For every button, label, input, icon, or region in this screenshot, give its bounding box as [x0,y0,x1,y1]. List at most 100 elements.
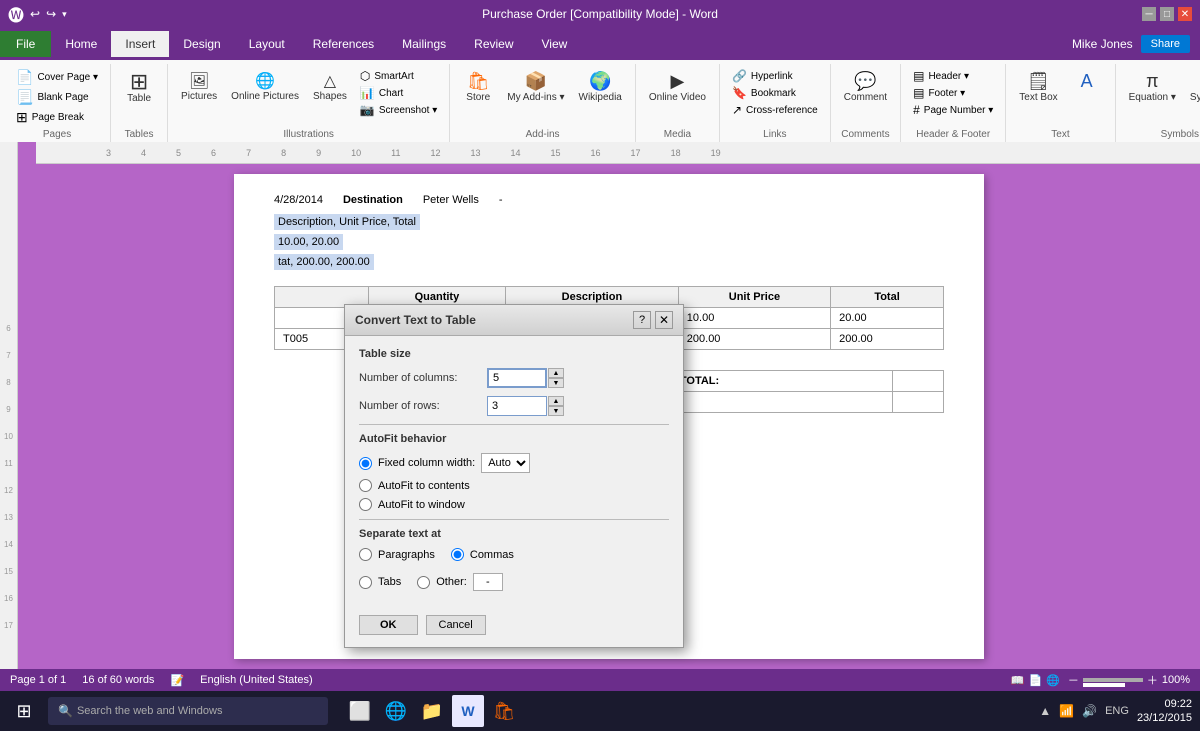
taskbar-search-box[interactable]: 🔍 Search the web and Windows [48,697,328,725]
zoom-out-icon[interactable]: － [1068,672,1079,688]
chevron-icon[interactable]: ▲ [1039,704,1051,718]
spinner-down[interactable]: ▼ [548,378,564,388]
shapes-button[interactable]: △ Shapes [308,68,352,105]
autofit-window-radio[interactable] [359,498,372,511]
smartart-button[interactable]: ⬡ SmartArt [356,68,441,84]
tab-mailings[interactable]: Mailings [388,31,460,57]
tab-file[interactable]: File [0,31,51,57]
share-button[interactable]: Share [1141,35,1190,53]
tab-insert[interactable]: Insert [111,31,169,57]
pages-buttons: 📄 Cover Page ▾ 📃 Blank Page ⊞ Page Break [12,68,102,127]
rows-spinner-up[interactable]: ▲ [548,396,564,406]
spinner-up[interactable]: ▲ [548,368,564,378]
num-rows-label: Number of rows: [359,400,479,412]
pages-label: Pages [43,127,71,140]
table-button[interactable]: ⊞ Table [119,68,159,107]
bookmark-button[interactable]: 🔖 Bookmark [728,85,822,101]
clock-date: 23/12/2015 [1137,711,1192,725]
edge-icon[interactable]: 🌐 [380,695,412,727]
blank-page-button[interactable]: 📃 Blank Page [12,88,102,107]
cross-reference-icon: ↗ [732,103,742,117]
links-label: Links [763,127,786,140]
cell-0-4: 20.00 [831,308,944,329]
shapes-icon: △ [324,71,336,91]
tab-layout[interactable]: Layout [235,31,299,57]
tab-design[interactable]: Design [169,31,234,57]
doc-dash: - [499,194,503,206]
tab-references[interactable]: References [299,31,388,57]
wikipedia-button[interactable]: 🌍 Wikipedia [574,68,627,106]
start-button[interactable]: ⊞ [8,695,40,727]
other-input[interactable] [473,573,503,591]
tab-home[interactable]: Home [51,31,111,57]
subtotal-row: SUB-TOTAL: [645,371,944,392]
customize-qa-button[interactable]: ▾ [62,9,67,20]
redo-button[interactable]: ↪ [46,7,56,21]
paragraphs-radio[interactable] [359,548,372,561]
minimize-button[interactable]: ─ [1142,7,1156,21]
hyperlink-icon: 🔗 [732,69,747,83]
header-button[interactable]: ▤ Header ▾ [909,68,997,84]
num-rows-spinner: ▲ ▼ [548,396,564,416]
separate-text-bottom-row: Tabs Other: [359,573,669,597]
pages-small-group: 📄 Cover Page ▾ 📃 Blank Page ⊞ Page Break [12,68,102,127]
cross-reference-button[interactable]: ↗ Cross-reference [728,102,822,118]
online-video-button[interactable]: ▶ Online Video [644,68,711,106]
online-pictures-button[interactable]: 🌐 Online Pictures [226,68,304,105]
symbol-button[interactable]: Ω Symbol ▾ [1185,68,1200,106]
volume-icon[interactable]: 🔊 [1082,704,1097,718]
dialog-close-button[interactable]: ✕ [655,311,673,329]
close-button[interactable]: ✕ [1178,7,1192,21]
taskbar-right: ▲ 📶 🔊 ENG 09:22 23/12/2015 [1039,697,1192,726]
tab-review[interactable]: Review [460,31,527,57]
spell-check-icon[interactable]: 📝 [170,674,184,687]
hyperlink-button[interactable]: 🔗 Hyperlink [728,68,822,84]
my-addins-button[interactable]: 📦 My Add-ins ▾ [502,68,569,106]
fixed-column-radio[interactable] [359,457,372,470]
web-view-icon[interactable]: 🌐 [1046,674,1060,687]
screenshot-button[interactable]: 📷 Screenshot ▾ [356,102,441,118]
highlighted-text-3: tat, 200.00, 200.00 [274,254,374,270]
task-view-button[interactable]: ⬜ [344,695,376,727]
tab-view[interactable]: View [528,31,582,57]
commas-radio[interactable] [451,548,464,561]
cell-1-3: 200.00 [678,329,830,350]
num-columns-row: Number of columns: ▲ ▼ [359,368,669,388]
page-number-button[interactable]: # Page Number ▾ [909,102,997,118]
dialog-help-button[interactable]: ? [633,311,651,329]
other-radio[interactable] [417,576,430,589]
pictures-button[interactable]: 🖼 Pictures [176,68,222,105]
store-button[interactable]: 🛍 Store [458,68,498,106]
file-explorer-icon[interactable]: 📁 [416,695,448,727]
chart-button[interactable]: 📊 Chart [356,85,441,101]
wordart-button[interactable]: A [1067,68,1107,95]
highlighted-text-1: Description, Unit Price, Total [274,214,420,230]
comment-button[interactable]: 💬 Comment [839,68,892,106]
autofit-contents-radio[interactable] [359,479,372,492]
tabs-radio[interactable] [359,576,372,589]
num-columns-input[interactable] [487,368,547,388]
word-taskbar-icon[interactable]: W [452,695,484,727]
rows-spinner-down[interactable]: ▼ [548,406,564,416]
num-rows-input[interactable] [487,396,547,416]
zoom-slider[interactable]: － ＋ 100% [1068,672,1190,688]
cancel-button[interactable]: Cancel [426,615,486,635]
read-view-icon[interactable]: 📖 [1011,674,1025,687]
comment-icon: 💬 [854,71,876,92]
network-icon[interactable]: 📶 [1059,704,1074,718]
zoom-in-icon[interactable]: ＋ [1147,672,1158,688]
undo-button[interactable]: ↩ [30,7,40,21]
print-view-icon[interactable]: 📄 [1028,674,1042,687]
language[interactable]: English (United States) [200,674,313,686]
taskbar-search-icon: 🔍 [58,704,73,718]
ok-button[interactable]: OK [359,615,418,635]
cover-page-button[interactable]: 📄 Cover Page ▾ [12,68,102,87]
page-break-button[interactable]: ⊞ Page Break [12,108,102,127]
equation-button[interactable]: π Equation ▾ [1124,68,1181,106]
fixed-column-select[interactable]: Auto [481,453,530,473]
restore-button[interactable]: □ [1160,7,1174,21]
text-box-button[interactable]: 🗒 Text Box [1014,68,1062,106]
store-taskbar-icon[interactable]: 🛍 [488,695,520,727]
comments-buttons: 💬 Comment [839,68,892,127]
footer-button[interactable]: ▤ Footer ▾ [909,85,997,101]
